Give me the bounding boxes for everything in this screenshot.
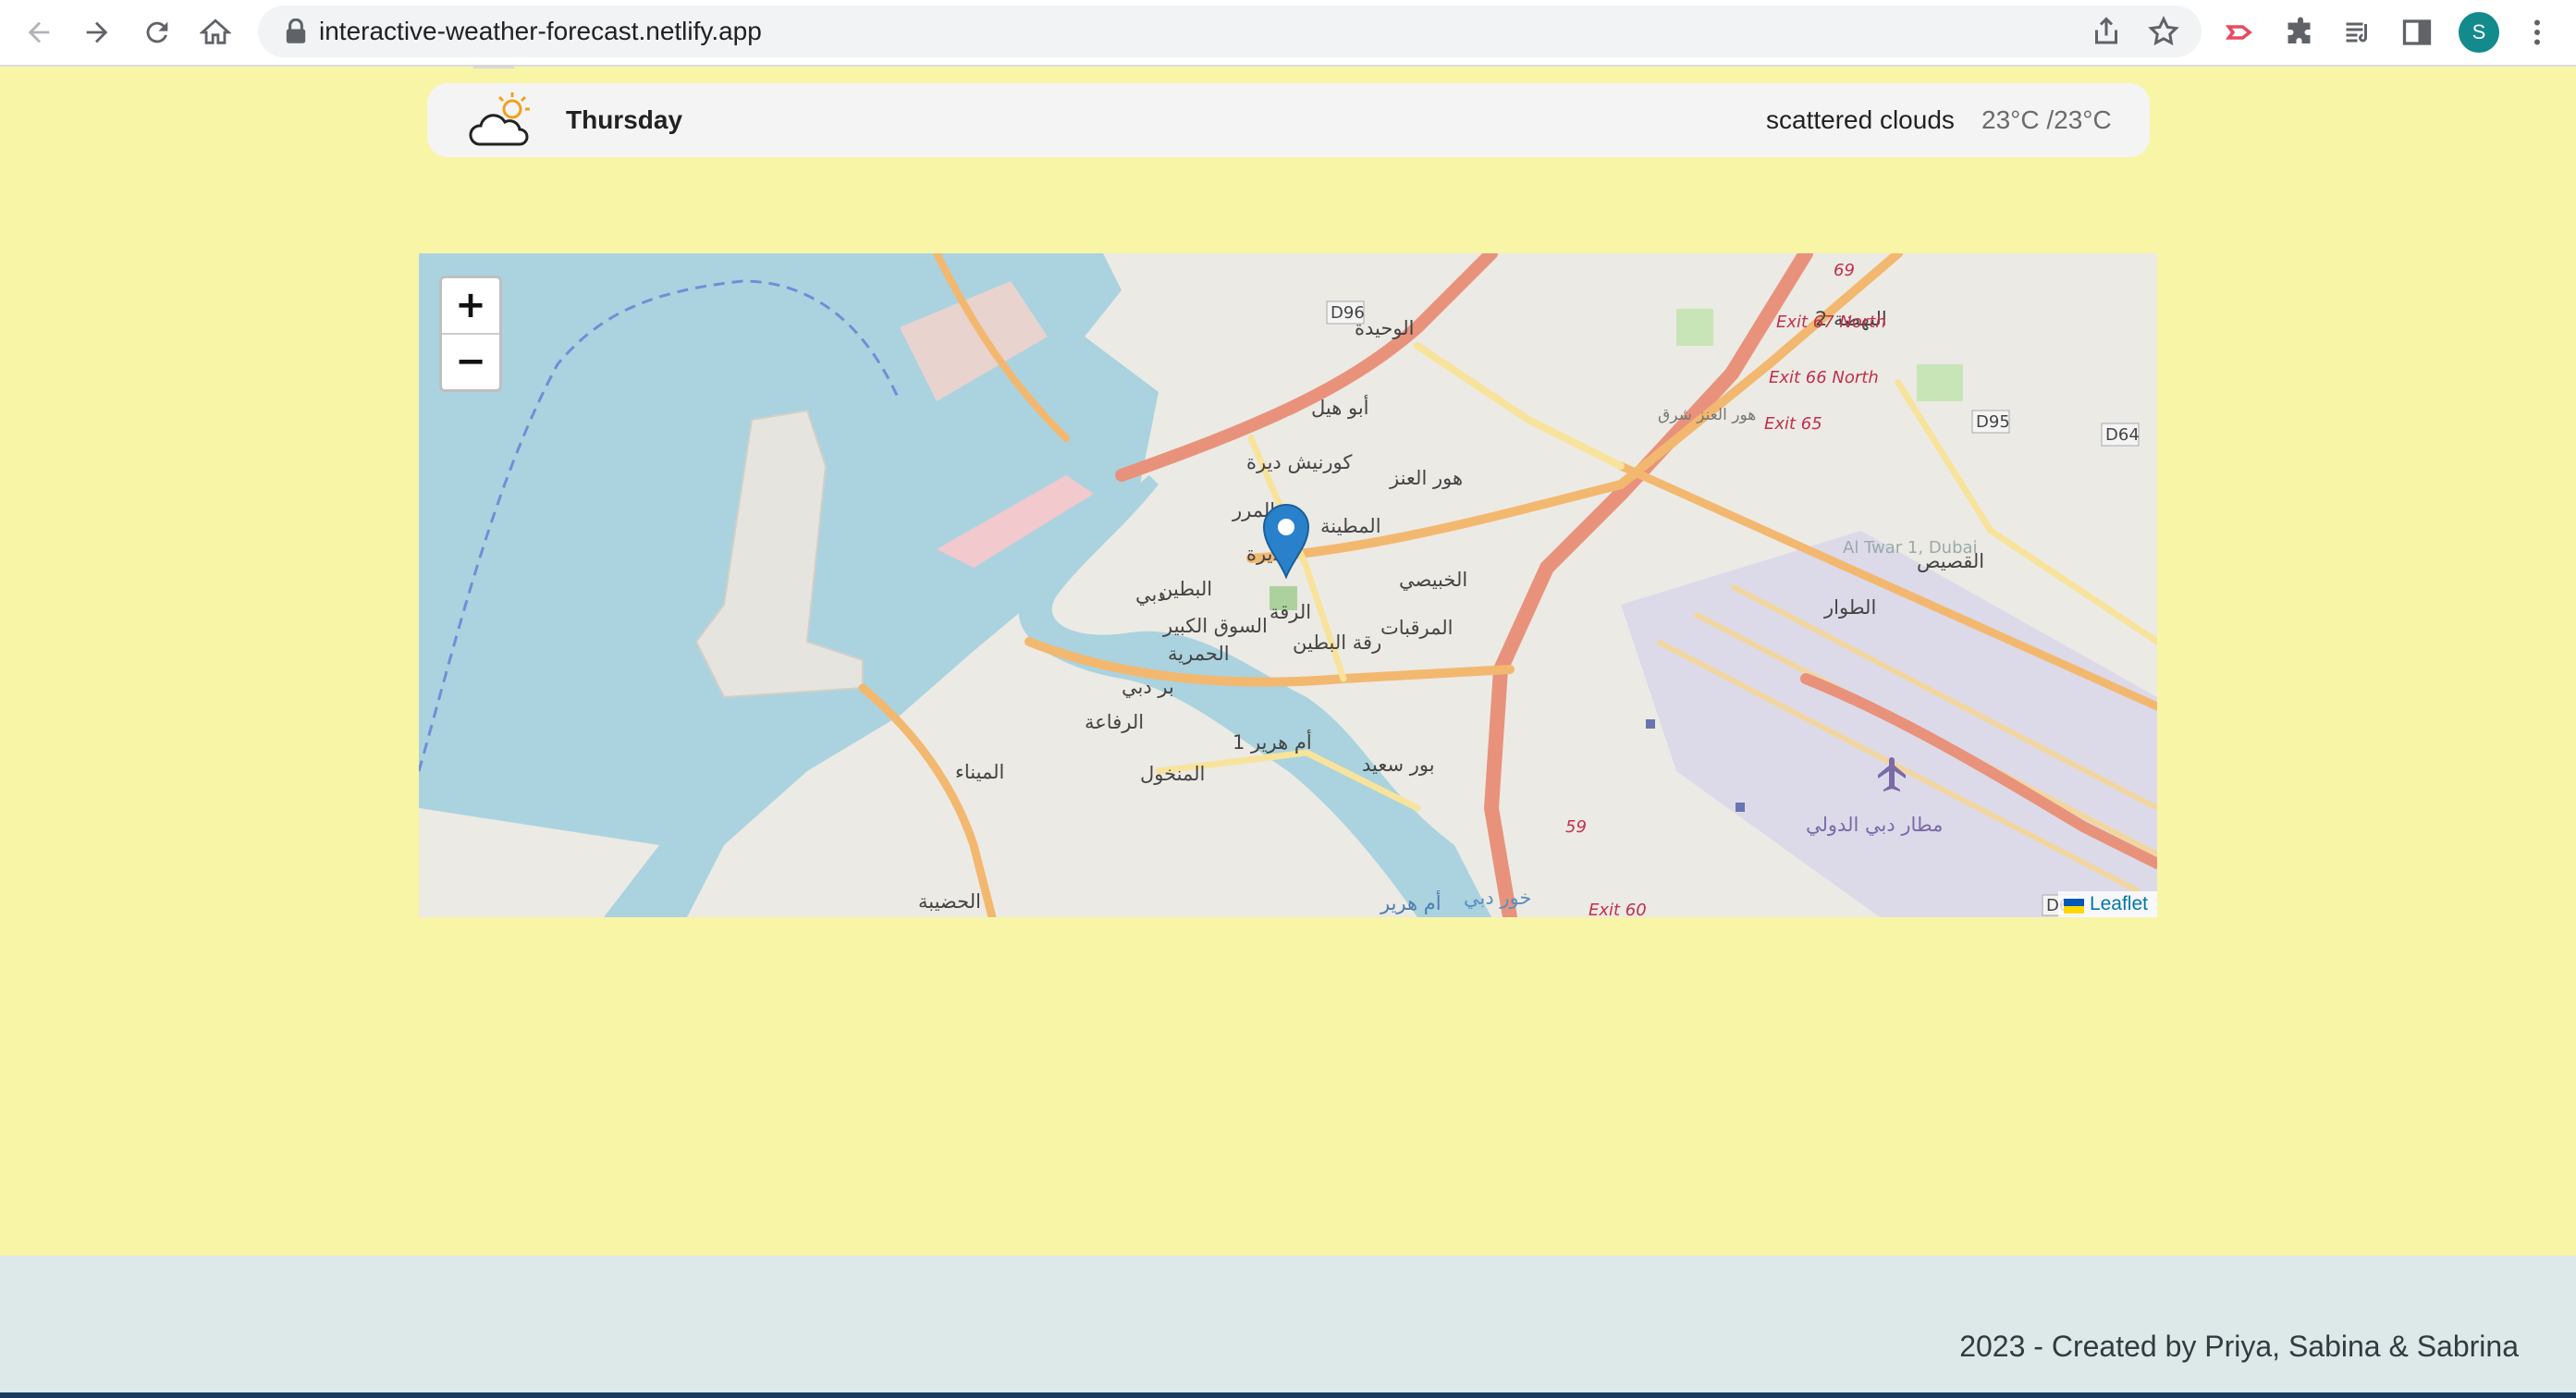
map-label-umm-hurair: أم هرير 1 bbox=[1233, 730, 1312, 754]
exit-label-67: Exit 67 North bbox=[1776, 313, 1886, 332]
more-menu-icon[interactable] bbox=[2518, 13, 2557, 52]
map-label-mateena: المطينة bbox=[1320, 515, 1381, 537]
exit-label-65: Exit 65 bbox=[1764, 414, 1822, 434]
arrow-right-icon bbox=[86, 21, 108, 43]
map-label-khor: خور دبي bbox=[1464, 887, 1531, 909]
location-marker-icon[interactable] bbox=[1262, 503, 1310, 579]
map-label-muraqqabat: المرقبات bbox=[1380, 617, 1454, 639]
footer-credit: 2023 - Created by Priya, Sabina & Sabrin… bbox=[1959, 1330, 2519, 1363]
map-label-tawar: الطوار bbox=[1823, 596, 1876, 619]
scattered-clouds-icon bbox=[469, 92, 530, 146]
reload-button[interactable] bbox=[136, 11, 178, 54]
leaflet-link[interactable]: Leaflet bbox=[2090, 893, 2148, 915]
extension-red-icon[interactable] bbox=[2222, 13, 2261, 52]
map-attribution: Leaflet bbox=[2057, 891, 2157, 917]
home-button[interactable] bbox=[194, 11, 237, 54]
map-label-hor-shareq: هور العنز شرق bbox=[1658, 406, 1756, 424]
map-label-umm-hurair-2: أم هرير bbox=[1380, 890, 1441, 914]
map-label-mina: الميناء bbox=[955, 761, 1004, 783]
map-label-hudaiba: الحضيبة bbox=[918, 890, 981, 913]
zoom-in-button[interactable]: + bbox=[442, 278, 499, 335]
map-label-abu-hail: أبو هيل bbox=[1311, 395, 1369, 419]
os-taskbar-edge bbox=[0, 1392, 2576, 1398]
forecast-temperature: 23°C /23°C bbox=[1981, 105, 2112, 134]
map-label-hamriya: الحمرية bbox=[1168, 643, 1230, 665]
map-label-rigga: الرقة bbox=[1270, 601, 1311, 623]
map-tiles[interactable]: الوحيدة أبو هيل المطينة ديرة المرر الخبي… bbox=[419, 253, 2157, 917]
page-footer: 2023 - Created by Priya, Sabina & Sabrin… bbox=[0, 1256, 2576, 1398]
forecast-description: scattered clouds bbox=[1766, 105, 1955, 134]
map-label-mankhool: المنخول bbox=[1140, 763, 1205, 785]
road-shield-d64: D64 bbox=[2105, 425, 2140, 445]
bookmark-star-icon[interactable] bbox=[2147, 15, 2180, 48]
scroll-remnant bbox=[473, 65, 514, 68]
map-label-rafaa: الرفاعة bbox=[1085, 711, 1144, 733]
map-label-bur-dubai: بر دبي bbox=[1122, 676, 1174, 698]
ukraine-flag-icon bbox=[2063, 897, 2084, 914]
extensions-puzzle-icon[interactable] bbox=[2281, 13, 2320, 52]
map-label-riggat: رقة البطين bbox=[1293, 632, 1381, 654]
home-icon bbox=[200, 18, 231, 44]
lock-icon bbox=[286, 18, 306, 43]
map-label-corniche: كورنيش ديرة bbox=[1246, 451, 1352, 473]
map-label-port-saeed: بور سعيد bbox=[1362, 754, 1435, 776]
arrow-left-icon bbox=[28, 21, 50, 43]
back-button[interactable] bbox=[18, 11, 60, 54]
road-shield-d95: D95 bbox=[1976, 412, 2010, 432]
reload-icon bbox=[146, 21, 168, 43]
road-shield-d96: D96 bbox=[1331, 303, 1365, 323]
forecast-day: Thursday bbox=[566, 105, 683, 134]
share-icon[interactable] bbox=[2090, 15, 2123, 48]
side-panel-icon[interactable] bbox=[2398, 13, 2436, 52]
url-text[interactable]: interactive-weather-forecast.netlify.app bbox=[319, 6, 762, 57]
map-label-hor-al-anz: هور العنز bbox=[1389, 467, 1463, 489]
map-label-batin: البطين bbox=[1159, 578, 1212, 600]
browser-toolbar: interactive-weather-forecast.netlify.app… bbox=[0, 0, 2576, 67]
leaflet-map[interactable]: الوحيدة أبو هيل المطينة ديرة المرر الخبي… bbox=[419, 253, 2157, 917]
exit-label-59: 59 bbox=[1565, 817, 1587, 837]
forward-button[interactable] bbox=[76, 11, 118, 54]
map-label-khabaisi: الخبيصي bbox=[1399, 569, 1467, 591]
exit-label-60: Exit 60 bbox=[1589, 901, 1647, 917]
zoom-out-button[interactable]: − bbox=[442, 335, 499, 389]
zoom-control: + − bbox=[439, 276, 502, 392]
address-bar[interactable]: interactive-weather-forecast.netlify.app bbox=[258, 6, 2202, 57]
map-label-airport: مطار دبي الدولي bbox=[1806, 814, 1943, 836]
map-label-souq: السوق الكبير bbox=[1162, 615, 1268, 637]
media-queue-icon[interactable] bbox=[2339, 13, 2378, 52]
exit-label-66: Exit 66 North bbox=[1769, 368, 1879, 387]
exit-label-69: 69 bbox=[1834, 261, 1855, 280]
forecast-row: Thursday scattered clouds 23°C /23°C bbox=[427, 83, 2150, 157]
map-label-al-twar: Al Twar 1, Dubai bbox=[1843, 538, 1978, 558]
profile-avatar[interactable]: S bbox=[2459, 12, 2499, 53]
